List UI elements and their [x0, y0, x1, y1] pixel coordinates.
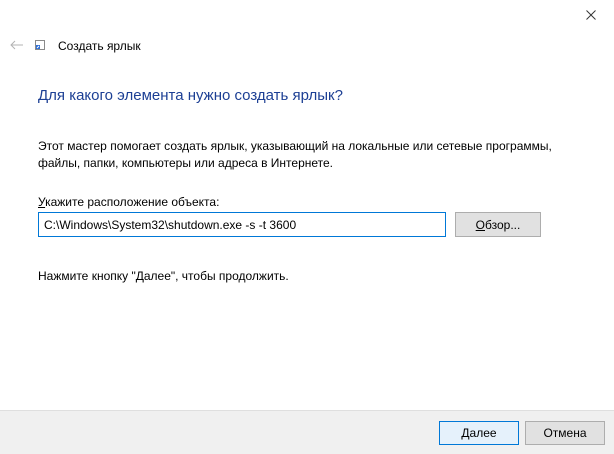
- location-input[interactable]: [38, 212, 446, 237]
- page-heading: Для какого элемента нужно создать ярлык?: [38, 87, 343, 104]
- footer-bar: [0, 410, 614, 454]
- close-button[interactable]: [568, 0, 614, 30]
- window-title: Создать ярлык: [58, 39, 141, 53]
- back-button[interactable]: [6, 36, 28, 54]
- browse-button-text: бзор...: [485, 217, 521, 232]
- continue-hint: Нажмите кнопку "Далее", чтобы продолжить…: [38, 269, 289, 283]
- location-label-text: кажите расположение объекта:: [45, 195, 220, 209]
- close-icon: [586, 10, 596, 20]
- browse-button-accelerator: О: [475, 217, 485, 232]
- next-button[interactable]: Далее: [439, 421, 519, 445]
- wizard-description: Этот мастер помогает создать ярлык, указ…: [38, 139, 552, 170]
- next-button-accelerator: Д: [461, 426, 470, 440]
- browse-button[interactable]: Обзор...: [455, 212, 541, 237]
- shortcut-icon: [35, 40, 45, 50]
- next-button-text: алее: [469, 426, 497, 440]
- create-shortcut-wizard: Создать ярлык Для какого элемента нужно …: [0, 0, 614, 454]
- back-arrow-icon: [10, 40, 23, 50]
- location-label: Укажите расположение объекта:: [38, 194, 219, 210]
- cancel-button[interactable]: Отмена: [525, 421, 605, 445]
